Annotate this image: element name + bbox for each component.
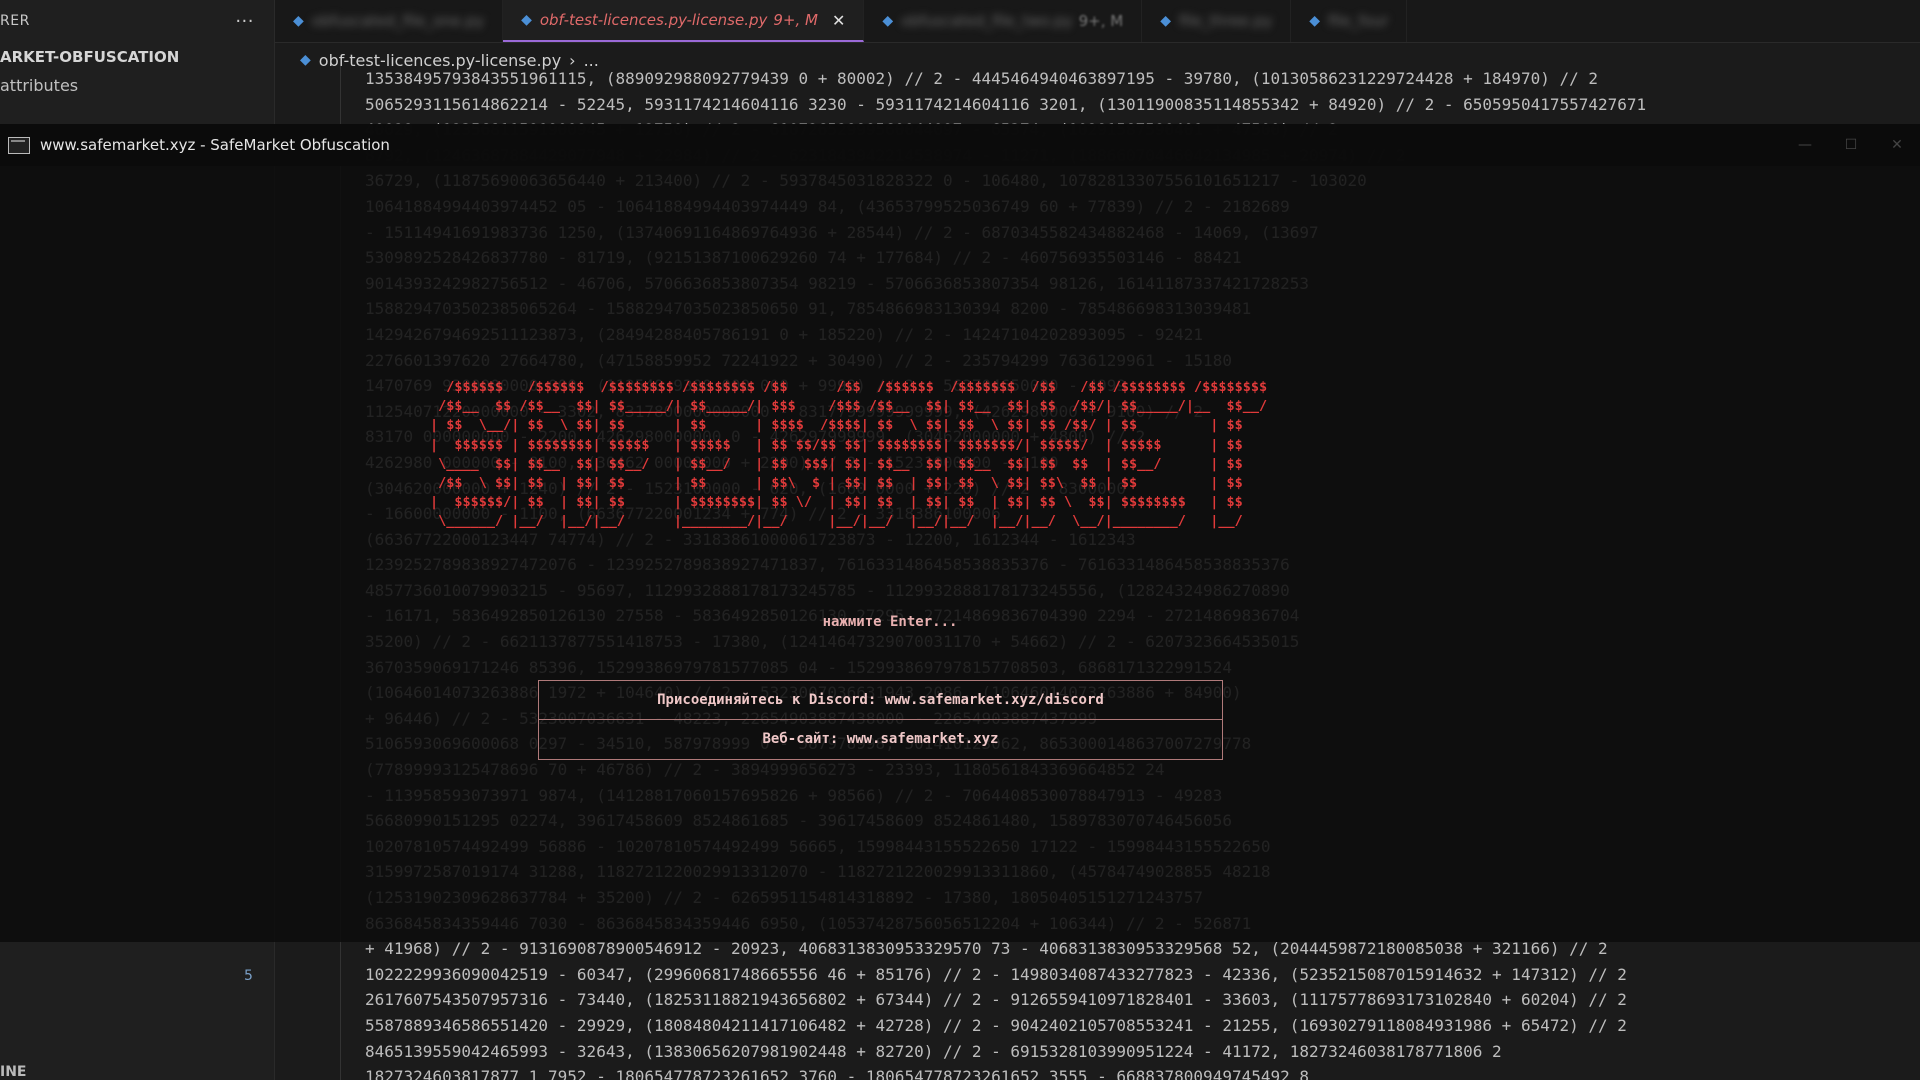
tab-file-5[interactable]: ◆ file_four — [1291, 0, 1408, 42]
python-file-icon: ◆ — [521, 12, 532, 28]
explorer-item-attributes[interactable]: attributes — [0, 72, 274, 100]
tab-active-file[interactable]: ◆ obf-test-licences.py-license.py 9+, M … — [503, 0, 865, 42]
python-file-icon: ◆ — [300, 52, 311, 68]
code-line: 2617607543507957316 - 73440, (1825311882… — [365, 990, 1627, 1010]
console-title: www.safemarket.xyz - SafeMarket Obfuscat… — [40, 136, 390, 154]
tab-file-4[interactable]: ◆ file_three.py — [1142, 0, 1292, 42]
ascii-banner: /$$$$$$ /$$$$$$ /$$$$$$$$ /$$$$$$$$ /$$ … — [430, 379, 1268, 530]
code-line: 1022229936090042519 - 60347, (2996068174… — [365, 964, 1627, 984]
outline-section-header[interactable]: INE — [0, 1064, 27, 1080]
info-box: Присоединяйтесь к Discord: www.safemarke… — [538, 680, 1223, 760]
tab-file-3[interactable]: ◆ obfuscated_file_two.py 9+, M — [864, 0, 1143, 42]
more-actions-icon[interactable]: ··· — [235, 11, 254, 32]
code-line: 5065293115614862214 - 52245, 59311742146… — [365, 94, 1647, 114]
python-file-icon: ◆ — [1160, 13, 1171, 29]
tab-label: obf-test-licences.py-license.py — [539, 11, 768, 29]
discord-line: Присоединяйтесь к Discord: www.safemarke… — [657, 692, 1104, 708]
code-line: 1827324603817877 1 7952 - 18065477872326… — [365, 1067, 1310, 1080]
python-file-icon: ◆ — [882, 13, 894, 29]
console-titlebar[interactable]: www.safemarket.xyz - SafeMarket Obfuscat… — [0, 124, 1920, 166]
code-line: 8465139559042465993 - 32643, (1383065620… — [365, 1041, 1502, 1061]
maximize-icon[interactable]: ☐ — [1828, 124, 1874, 166]
python-file-icon: ◆ — [293, 13, 304, 29]
website-line: Веб-сайт: www.safemarket.xyz — [539, 719, 1222, 758]
tab-file-1[interactable]: ◆ obfuscated_file_one.py — [275, 0, 504, 42]
close-tab-icon[interactable]: ✕ — [832, 11, 845, 30]
editor-tab-bar: ◆ obfuscated_file_one.py ◆ obf-test-lice… — [275, 0, 1920, 43]
minimize-icon[interactable]: — — [1782, 124, 1828, 166]
press-enter-prompt: нажмите Enter... — [822, 614, 958, 630]
code-line: 5587889346586551420 - 29929, (1808480421… — [365, 1015, 1627, 1035]
console-app-icon — [8, 136, 30, 154]
scm-badge: 5 — [244, 968, 253, 984]
code-line: 13538495793843551961115, (88909298809277… — [365, 69, 1598, 88]
explorer-header: RER ··· — [0, 0, 274, 42]
close-window-icon[interactable]: ✕ — [1874, 124, 1920, 166]
console-window[interactable]: www.safemarket.xyz - SafeMarket Obfuscat… — [0, 124, 1920, 942]
python-file-icon: ◆ — [1309, 13, 1320, 29]
tab-status: 9+, M — [773, 11, 818, 29]
explorer-title: RER — [0, 13, 30, 29]
project-folder[interactable]: ARKET-OBFUSCATION — [0, 42, 274, 72]
